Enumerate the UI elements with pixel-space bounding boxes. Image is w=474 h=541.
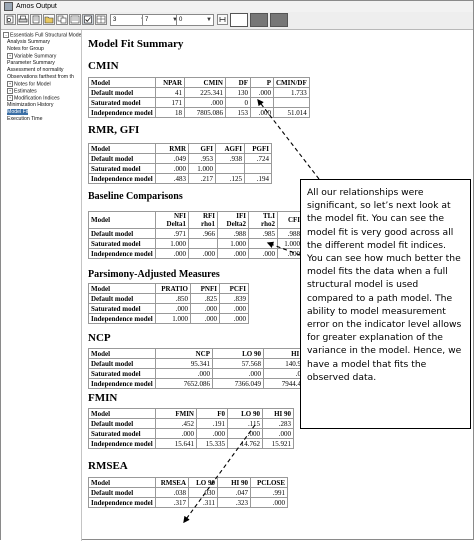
arrow-to-rmsea [183, 424, 256, 524]
arrow-to-cfi [266, 241, 301, 256]
amos-output-window: Amos Output 3▼ 7▼ 0▼ -Essentials Full St… [0, 0, 474, 541]
annotation-arrows [183, 98, 320, 524]
arrow-to-cmin [257, 98, 320, 180]
